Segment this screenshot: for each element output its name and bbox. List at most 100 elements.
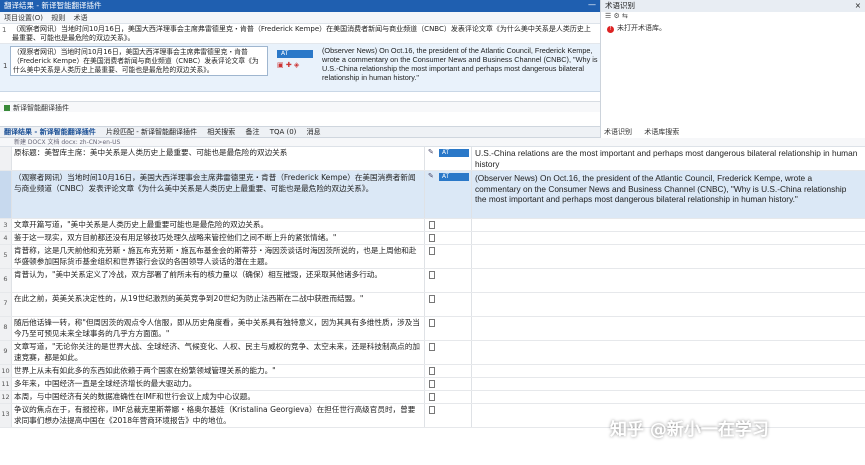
document-icon (429, 343, 435, 351)
segment-source[interactable]: 本周，与中国经济有关的数据准确性在IMF和世行会议上成为中心议题。 (14, 392, 422, 403)
match-source-text: （观察者网讯）当地时间10月16日，美国大西洋理事会主席弗雷德里克・肯普（Fre… (10, 46, 268, 76)
segment-number: 11 (0, 378, 12, 390)
table-row[interactable]: 7 在此之前，英美关系决定性的，从19世纪激烈的美英竞争到20世纪为防止法西斯在… (0, 293, 865, 317)
minimize-icon[interactable]: — (588, 0, 596, 10)
source-preview-number: 1 (2, 26, 7, 34)
segment-source[interactable]: 争议的焦点在于，有报控称，IMF总裁克里斯蒂娜・格奥尔基娃（Kristalina… (14, 405, 422, 426)
term-panel-header: 术语识别 × (601, 0, 865, 12)
document-path: 新建 DOCX 文档 docx: zh-CN>en-US (0, 138, 865, 147)
segment-source[interactable]: 文章开篇写道，"美中关系是人类历史上最重要可能也是最危险的双边关系。 (14, 220, 422, 231)
segment-status (424, 365, 472, 377)
document-icon (429, 295, 435, 303)
document-icon (429, 393, 435, 401)
segment-source[interactable]: 肯普称，这是几天前他和克劳斯・施瓦布克劳斯・施瓦布基金会的斯蒂芬・海因茨谈话时海… (14, 246, 422, 267)
segment-status (424, 378, 472, 390)
term-panel-tools[interactable]: ☰ ⚙ ⇆ (601, 12, 865, 22)
document-icon (429, 221, 435, 229)
table-row[interactable]: 原标题：美智库主席：美中关系是人类历史上最重要、可能也是最危险的双边关系 ✎ A… (0, 147, 865, 171)
segment-target[interactable]: U.S.-China relations are the most import… (475, 148, 860, 169)
document-icon (429, 234, 435, 242)
window-title: 翻译结果 - 新译智能翻译插件 (4, 1, 102, 10)
segment-number (0, 147, 12, 170)
translation-match-row[interactable]: 1 （观察者网讯）当地时间10月16日，美国大西洋理事会主席弗雷德里克・肯普（F… (0, 44, 600, 92)
segment-status (424, 341, 472, 364)
tab-termbase-search[interactable]: 术语库搜索 (644, 128, 679, 136)
segment-status: ✎ AT (424, 171, 472, 218)
toolbar-item-terms[interactable]: 术语 (73, 14, 87, 22)
segment-source[interactable]: 随后他话锋一转，称"但周因茨的观点令人信服，即从历史角度看，美中关系具有独特意义… (14, 318, 422, 339)
segment-number: 8 (0, 317, 12, 340)
plugin-icon (4, 105, 10, 111)
table-row[interactable]: 12 本周，与中国经济有关的数据准确性在IMF和世行会议上成为中心议题。 (0, 391, 865, 404)
table-row[interactable]: 4 鉴于这一现实，双方目前都还没有用足够技巧处理久战略来管控他们之间不断上升的紧… (0, 232, 865, 245)
segment-source[interactable]: （观察者网讯）当地时间10月16日，美国大西洋理事会主席弗雷德里克・肯普（Fre… (14, 173, 422, 194)
tab-fragment-match[interactable]: 片段匹配 - 新译智能翻译插件 (106, 128, 197, 136)
segment-source[interactable]: 鉴于这一现实，双方目前都还没有用足够技巧处理久战略来管控他们之间不断上升的紧张情… (14, 233, 422, 244)
segment-source[interactable]: 多年来，中国经济一直是全球经济增长的最大驱动力。 (14, 379, 422, 390)
segment-status (424, 317, 472, 340)
current-source-preview: 1 （观察者网讯）当地时间10月16日，美国大西洋理事会主席弗雷德里克・肯普（F… (0, 24, 600, 44)
table-row-active[interactable]: （观察者网讯）当地时间10月16日，美国大西洋理事会主席弗雷德里克・肯普（Fre… (0, 171, 865, 219)
toolbar-item-project-settings[interactable]: 项目设置(O) (4, 14, 43, 22)
segment-status: ✎ AT (424, 147, 472, 170)
segment-status (424, 404, 472, 427)
pencil-icon: ✎ (428, 172, 434, 180)
segment-number: 3 (0, 219, 12, 231)
term-warning: ! 未打开术语库。 (601, 22, 865, 34)
pencil-icon: ✎ (428, 148, 434, 156)
segment-source[interactable]: 在此之前，英美关系决定性的，从19世纪激烈的美英竞争到20世纪为防止法西斯在二战… (14, 294, 422, 305)
segment-status (424, 232, 472, 244)
tab-tqa[interactable]: TQA (0) (270, 128, 297, 136)
translation-results-toolbar: 项目设置(O) 规则 术语 (0, 12, 600, 24)
document-icon (429, 367, 435, 375)
segment-status (424, 219, 472, 231)
table-row[interactable]: 11 多年来，中国经济一直是全球经济增长的最大驱动力。 (0, 378, 865, 391)
segment-number: 12 (0, 391, 12, 403)
document-icon (429, 271, 435, 279)
document-icon (429, 406, 435, 414)
match-number: 1 (3, 62, 8, 70)
term-panel-title: 术语识别 (605, 1, 635, 10)
warning-icon: ! (607, 26, 614, 33)
table-row[interactable]: 10 世界上从未有如此多的东西如此依赖于两个国家在纷繁领域管理关系的能力。" (0, 365, 865, 378)
table-row[interactable]: 9 文章写道，"无论你关注的是世界大战、全球经济、气候变化、人权、民主与威权的竞… (0, 341, 865, 365)
match-action-icons[interactable]: ▣ ✚ ◈ (277, 61, 317, 69)
bottom-tabs: 翻译结果 - 新译智能翻译插件 片段匹配 - 新译智能翻译插件 相关搜索 备注 … (0, 126, 600, 138)
segment-status (424, 391, 472, 403)
segment-number: 7 (0, 293, 12, 316)
segment-number: 4 (0, 232, 12, 244)
tab-translation-results[interactable]: 翻译结果 - 新译智能翻译插件 (4, 128, 96, 136)
tab-messages[interactable]: 消息 (307, 128, 321, 136)
segment-number: 5 (0, 245, 12, 268)
plugin-panel-label: 新译智能翻译插件 (0, 101, 600, 112)
term-warning-text: 未打开术语库。 (617, 24, 666, 32)
tab-related-search[interactable]: 相关搜索 (207, 128, 235, 136)
status-badge: AT (439, 149, 469, 157)
tab-term-recognition[interactable]: 术语识别 (604, 128, 632, 136)
segment-source[interactable]: 肯普认为，"美中关系定义了冷战，双方部署了前所未有的核力量以（确保）相互摧毁，还… (14, 270, 422, 281)
window-title-bar: 翻译结果 - 新译智能翻译插件 — (0, 0, 600, 12)
segment-target[interactable]: (Observer News) On Oct.16, the president… (475, 173, 860, 205)
table-row[interactable]: 6 肯普认为，"美中关系定义了冷战，双方部署了前所未有的核力量以（确保）相互摧毁… (0, 269, 865, 293)
segment-number: 13 (0, 404, 12, 427)
document-icon (429, 247, 435, 255)
document-icon (429, 319, 435, 327)
table-row[interactable]: 8 随后他话锋一转，称"但周因茨的观点令人信服，即从历史角度看，美中关系具有独特… (0, 317, 865, 341)
table-row[interactable]: 5 肯普称，这是几天前他和克劳斯・施瓦布克劳斯・施瓦布基金会的斯蒂芬・海因茨谈话… (0, 245, 865, 269)
segment-number: 10 (0, 365, 12, 377)
status-badge: AT (439, 173, 469, 181)
tab-notes[interactable]: 备注 (245, 128, 259, 136)
segment-number (0, 171, 12, 218)
toolbar-item-rules[interactable]: 规则 (51, 14, 65, 22)
close-icon[interactable]: × (855, 1, 861, 11)
term-recognition-panel: 术语识别 × ☰ ⚙ ⇆ ! 未打开术语库。 (600, 0, 865, 138)
match-controls: AT ▣ ✚ ◈ (277, 48, 317, 69)
segment-source[interactable]: 原标题：美智库主席：美中关系是人类历史上最重要、可能也是最危险的双边关系 (14, 148, 422, 159)
segment-source[interactable]: 文章写道，"无论你关注的是世界大战、全球经济、气候变化、人权、民主与威权的竞争、… (14, 342, 422, 363)
segment-status (424, 293, 472, 316)
segment-source[interactable]: 世界上从未有如此多的东西如此依赖于两个国家在纷繁领域管理关系的能力。" (14, 366, 422, 377)
segment-number: 6 (0, 269, 12, 292)
document-icon (429, 380, 435, 388)
match-badge-at: AT (277, 50, 313, 58)
table-row[interactable]: 3 文章开篇写道，"美中关系是人类历史上最重要可能也是最危险的双边关系。 (0, 219, 865, 232)
